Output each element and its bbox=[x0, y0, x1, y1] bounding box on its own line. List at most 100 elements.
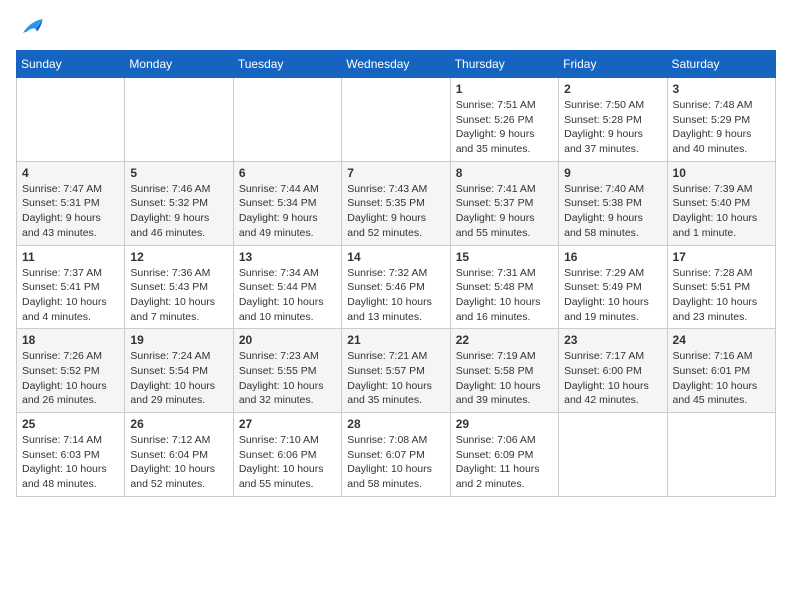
day-info: Sunrise: 7:51 AMSunset: 5:26 PMDaylight:… bbox=[456, 98, 553, 157]
calendar-cell: 22 Sunrise: 7:19 AMSunset: 5:58 PMDayligh… bbox=[450, 329, 558, 413]
day-info: Sunrise: 7:19 AMSunset: 5:58 PMDaylight:… bbox=[456, 349, 553, 408]
day-number: 24 bbox=[673, 333, 770, 347]
day-number: 2 bbox=[564, 82, 661, 96]
calendar-week-row: 18Sunrise: 7:26 AMSunset: 5:52 PMDayligh… bbox=[17, 329, 776, 413]
logo bbox=[16, 16, 48, 40]
calendar-cell: 5 Sunrise: 7:46 AMSunset: 5:32 PMDaylight… bbox=[125, 161, 233, 245]
day-number: 1 bbox=[456, 82, 553, 96]
calendar-cell: 26 Sunrise: 7:12 AMSunset: 6:04 PMDayligh… bbox=[125, 413, 233, 497]
calendar-cell: 14 Sunrise: 7:32 AMSunset: 5:46 PMDayligh… bbox=[342, 245, 450, 329]
day-info: Sunrise: 7:12 AMSunset: 6:04 PMDaylight:… bbox=[130, 433, 227, 492]
weekday-header-tuesday: Tuesday bbox=[233, 51, 341, 78]
day-number: 8 bbox=[456, 166, 553, 180]
calendar-cell: 9 Sunrise: 7:40 AMSunset: 5:38 PMDaylight… bbox=[559, 161, 667, 245]
calendar-cell: 1 Sunrise: 7:51 AMSunset: 5:26 PMDaylight… bbox=[450, 78, 558, 162]
calendar-cell bbox=[125, 78, 233, 162]
day-number: 21 bbox=[347, 333, 444, 347]
day-number: 5 bbox=[130, 166, 227, 180]
calendar-cell: 20 Sunrise: 7:23 AMSunset: 5:55 PMDayligh… bbox=[233, 329, 341, 413]
day-number: 19 bbox=[130, 333, 227, 347]
calendar-header-row: SundayMondayTuesdayWednesdayThursdayFrid… bbox=[17, 51, 776, 78]
day-info: Sunrise: 7:37 AMSunset: 5:41 PMDaylight:… bbox=[22, 266, 119, 325]
day-info: Sunrise: 7:47 AMSunset: 5:31 PMDaylight:… bbox=[22, 182, 119, 241]
day-number: 10 bbox=[673, 166, 770, 180]
weekday-header-wednesday: Wednesday bbox=[342, 51, 450, 78]
calendar-cell: 18Sunrise: 7:26 AMSunset: 5:52 PMDayligh… bbox=[17, 329, 125, 413]
calendar-cell bbox=[559, 413, 667, 497]
day-number: 17 bbox=[673, 250, 770, 264]
day-number: 6 bbox=[239, 166, 336, 180]
day-info: Sunrise: 7:40 AMSunset: 5:38 PMDaylight:… bbox=[564, 182, 661, 241]
day-info: Sunrise: 7:46 AMSunset: 5:32 PMDaylight:… bbox=[130, 182, 227, 241]
calendar-table: SundayMondayTuesdayWednesdayThursdayFrid… bbox=[16, 50, 776, 497]
page-header bbox=[16, 16, 776, 40]
day-info: Sunrise: 7:32 AMSunset: 5:46 PMDaylight:… bbox=[347, 266, 444, 325]
day-number: 4 bbox=[22, 166, 119, 180]
day-info: Sunrise: 7:34 AMSunset: 5:44 PMDaylight:… bbox=[239, 266, 336, 325]
day-info: Sunrise: 7:41 AMSunset: 5:37 PMDaylight:… bbox=[456, 182, 553, 241]
calendar-cell: 23 Sunrise: 7:17 AMSunset: 6:00 PMDayligh… bbox=[559, 329, 667, 413]
calendar-cell: 27 Sunrise: 7:10 AMSunset: 6:06 PMDayligh… bbox=[233, 413, 341, 497]
day-info: Sunrise: 7:36 AMSunset: 5:43 PMDaylight:… bbox=[130, 266, 227, 325]
day-info: Sunrise: 7:16 AMSunset: 6:01 PMDaylight:… bbox=[673, 349, 770, 408]
logo-icon bbox=[16, 16, 44, 40]
day-number: 22 bbox=[456, 333, 553, 347]
day-number: 9 bbox=[564, 166, 661, 180]
weekday-header-sunday: Sunday bbox=[17, 51, 125, 78]
day-number: 16 bbox=[564, 250, 661, 264]
day-info: Sunrise: 7:23 AMSunset: 5:55 PMDaylight:… bbox=[239, 349, 336, 408]
calendar-cell: 17 Sunrise: 7:28 AMSunset: 5:51 PMDayligh… bbox=[667, 245, 775, 329]
day-number: 29 bbox=[456, 417, 553, 431]
calendar-cell: 28 Sunrise: 7:08 AMSunset: 6:07 PMDayligh… bbox=[342, 413, 450, 497]
day-info: Sunrise: 7:21 AMSunset: 5:57 PMDaylight:… bbox=[347, 349, 444, 408]
calendar-week-row: 1 Sunrise: 7:51 AMSunset: 5:26 PMDaylight… bbox=[17, 78, 776, 162]
day-number: 27 bbox=[239, 417, 336, 431]
calendar-cell: 8 Sunrise: 7:41 AMSunset: 5:37 PMDaylight… bbox=[450, 161, 558, 245]
day-info: Sunrise: 7:14 AMSunset: 6:03 PMDaylight:… bbox=[22, 433, 119, 492]
calendar-cell bbox=[233, 78, 341, 162]
day-info: Sunrise: 7:08 AMSunset: 6:07 PMDaylight:… bbox=[347, 433, 444, 492]
calendar-week-row: 11Sunrise: 7:37 AMSunset: 5:41 PMDayligh… bbox=[17, 245, 776, 329]
calendar-cell: 4 Sunrise: 7:47 AMSunset: 5:31 PMDaylight… bbox=[17, 161, 125, 245]
calendar-week-row: 25 Sunrise: 7:14 AMSunset: 6:03 PMDayligh… bbox=[17, 413, 776, 497]
day-info: Sunrise: 7:48 AMSunset: 5:29 PMDaylight:… bbox=[673, 98, 770, 157]
day-number: 26 bbox=[130, 417, 227, 431]
calendar-cell: 29Sunrise: 7:06 AMSunset: 6:09 PMDayligh… bbox=[450, 413, 558, 497]
calendar-cell bbox=[667, 413, 775, 497]
calendar-cell: 12Sunrise: 7:36 AMSunset: 5:43 PMDayligh… bbox=[125, 245, 233, 329]
day-number: 14 bbox=[347, 250, 444, 264]
day-info: Sunrise: 7:39 AMSunset: 5:40 PMDaylight:… bbox=[673, 182, 770, 241]
day-number: 28 bbox=[347, 417, 444, 431]
calendar-cell: 10 Sunrise: 7:39 AMSunset: 5:40 PMDayligh… bbox=[667, 161, 775, 245]
day-number: 23 bbox=[564, 333, 661, 347]
calendar-cell: 16 Sunrise: 7:29 AMSunset: 5:49 PMDayligh… bbox=[559, 245, 667, 329]
calendar-cell: 6 Sunrise: 7:44 AMSunset: 5:34 PMDaylight… bbox=[233, 161, 341, 245]
calendar-cell bbox=[342, 78, 450, 162]
calendar-week-row: 4 Sunrise: 7:47 AMSunset: 5:31 PMDaylight… bbox=[17, 161, 776, 245]
day-info: Sunrise: 7:26 AMSunset: 5:52 PMDaylight:… bbox=[22, 349, 119, 408]
day-info: Sunrise: 7:44 AMSunset: 5:34 PMDaylight:… bbox=[239, 182, 336, 241]
day-number: 15 bbox=[456, 250, 553, 264]
calendar-cell: 7 Sunrise: 7:43 AMSunset: 5:35 PMDaylight… bbox=[342, 161, 450, 245]
day-number: 20 bbox=[239, 333, 336, 347]
day-info: Sunrise: 7:24 AMSunset: 5:54 PMDaylight:… bbox=[130, 349, 227, 408]
weekday-header-monday: Monday bbox=[125, 51, 233, 78]
day-info: Sunrise: 7:28 AMSunset: 5:51 PMDaylight:… bbox=[673, 266, 770, 325]
day-info: Sunrise: 7:43 AMSunset: 5:35 PMDaylight:… bbox=[347, 182, 444, 241]
calendar-cell: 24 Sunrise: 7:16 AMSunset: 6:01 PMDayligh… bbox=[667, 329, 775, 413]
day-info: Sunrise: 7:29 AMSunset: 5:49 PMDaylight:… bbox=[564, 266, 661, 325]
day-number: 7 bbox=[347, 166, 444, 180]
calendar-cell: 3Sunrise: 7:48 AMSunset: 5:29 PMDaylight… bbox=[667, 78, 775, 162]
day-number: 25 bbox=[22, 417, 119, 431]
weekday-header-thursday: Thursday bbox=[450, 51, 558, 78]
calendar-cell: 13Sunrise: 7:34 AMSunset: 5:44 PMDayligh… bbox=[233, 245, 341, 329]
calendar-cell: 25 Sunrise: 7:14 AMSunset: 6:03 PMDayligh… bbox=[17, 413, 125, 497]
calendar-cell: 2 Sunrise: 7:50 AMSunset: 5:28 PMDaylight… bbox=[559, 78, 667, 162]
calendar-cell: 19 Sunrise: 7:24 AMSunset: 5:54 PMDayligh… bbox=[125, 329, 233, 413]
day-info: Sunrise: 7:10 AMSunset: 6:06 PMDaylight:… bbox=[239, 433, 336, 492]
day-info: Sunrise: 7:17 AMSunset: 6:00 PMDaylight:… bbox=[564, 349, 661, 408]
day-info: Sunrise: 7:50 AMSunset: 5:28 PMDaylight:… bbox=[564, 98, 661, 157]
weekday-header-friday: Friday bbox=[559, 51, 667, 78]
weekday-header-saturday: Saturday bbox=[667, 51, 775, 78]
calendar-cell: 15Sunrise: 7:31 AMSunset: 5:48 PMDayligh… bbox=[450, 245, 558, 329]
